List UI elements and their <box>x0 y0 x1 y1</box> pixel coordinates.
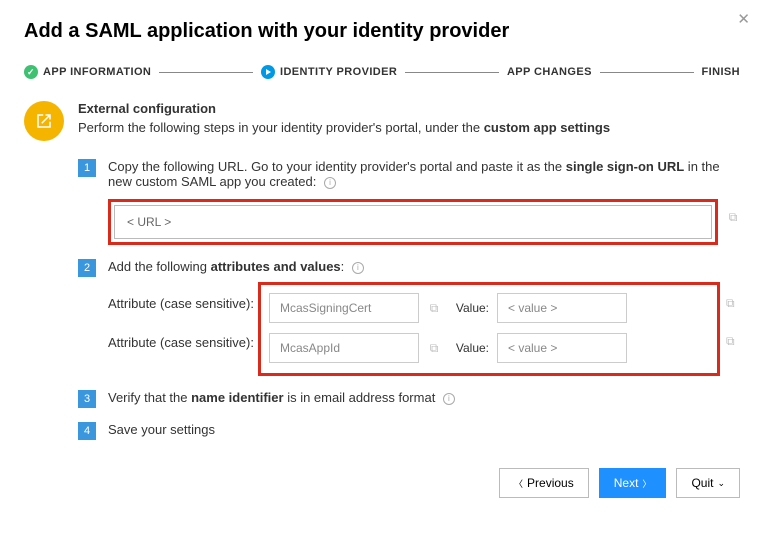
copy-icon[interactable] <box>726 210 740 224</box>
quit-button[interactable]: Quit ⌄ <box>676 468 740 498</box>
play-icon <box>261 65 275 79</box>
step-number: 2 <box>78 259 96 277</box>
divider <box>600 72 694 73</box>
info-icon[interactable]: i <box>443 393 455 405</box>
url-input[interactable]: < URL > <box>114 205 712 239</box>
step-label: IDENTITY PROVIDER <box>280 66 397 78</box>
copy-icon[interactable] <box>427 301 441 315</box>
step-label: APP CHANGES <box>507 66 592 78</box>
stepper: ✓ APP INFORMATION IDENTITY PROVIDER APP … <box>24 65 740 79</box>
check-icon: ✓ <box>24 65 38 79</box>
highlight-box: McasSigningCert Value: < value > McasApp… <box>258 282 720 376</box>
step-identity-provider[interactable]: IDENTITY PROVIDER <box>261 65 397 79</box>
step-app-changes[interactable]: APP CHANGES <box>507 66 592 78</box>
value-input-1[interactable]: < value > <box>497 293 627 323</box>
previous-button[interactable]: 〈 Previous <box>499 468 589 498</box>
external-config-section: External configuration Perform the follo… <box>24 101 740 141</box>
step-number: 1 <box>78 159 96 177</box>
step-label: FINISH <box>702 66 740 78</box>
chevron-left-icon: 〈 <box>514 477 523 490</box>
step-app-info[interactable]: ✓ APP INFORMATION <box>24 65 151 79</box>
attribute-input-1[interactable]: McasSigningCert <box>269 293 419 323</box>
attribute-input-2[interactable]: McasAppId <box>269 333 419 363</box>
highlight-box: < URL > <box>108 199 718 245</box>
wizard-footer: 〈 Previous Next 〉 Quit ⌄ <box>24 462 740 498</box>
chevron-down-icon: ⌄ <box>717 478 725 489</box>
instruction-step-3: 3 Verify that the name identifier is in … <box>78 390 740 408</box>
attribute-label: Attribute (case sensitive): <box>108 296 258 311</box>
step-number: 3 <box>78 390 96 408</box>
section-title: External configuration <box>78 101 610 116</box>
page-title: Add a SAML application with your identit… <box>24 20 740 43</box>
copy-icon[interactable] <box>726 296 740 310</box>
instruction-step-2: 2 Add the following attributes and value… <box>78 259 740 376</box>
info-icon[interactable]: i <box>324 177 336 189</box>
step-finish[interactable]: FINISH <box>702 66 740 78</box>
info-icon[interactable]: i <box>352 262 364 274</box>
section-desc: Perform the following steps in your iden… <box>78 120 610 135</box>
value-label: Value: <box>449 341 489 355</box>
copy-icon[interactable] <box>427 341 441 355</box>
attribute-label: Attribute (case sensitive): <box>108 335 258 350</box>
step-number: 4 <box>78 422 96 440</box>
copy-icon[interactable] <box>726 334 740 348</box>
divider <box>405 72 499 73</box>
instruction-step-1: 1 Copy the following URL. Go to your ide… <box>78 159 740 245</box>
value-input-2[interactable]: < value > <box>497 333 627 363</box>
step-label: APP INFORMATION <box>43 66 151 78</box>
next-button[interactable]: Next 〉 <box>599 468 667 498</box>
close-icon[interactable]: ✕ <box>737 10 750 28</box>
external-link-icon <box>24 101 64 141</box>
instruction-step-4: 4 Save your settings <box>78 422 740 440</box>
divider <box>159 72 253 73</box>
value-label: Value: <box>449 301 489 315</box>
chevron-right-icon: 〉 <box>642 477 651 490</box>
